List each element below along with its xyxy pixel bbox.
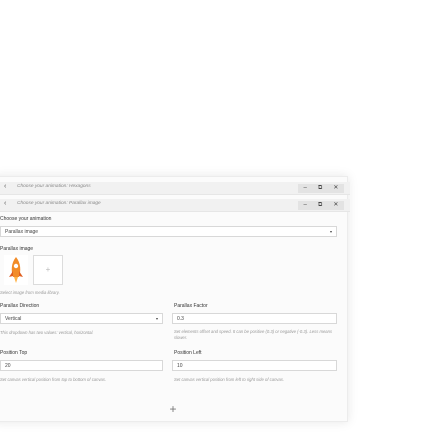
close-icon[interactable]: ✕	[333, 184, 338, 193]
parallax-direction-label: Parallax Direction	[0, 303, 40, 309]
animation-header-hexagons[interactable]: ‹ Choose your animation: Hexagons – ⧉ ✕	[0, 182, 350, 195]
minimize-icon[interactable]: –	[304, 201, 307, 210]
minimize-icon[interactable]: –	[304, 184, 307, 193]
choose-animation-select[interactable]: Parallax image ▾	[0, 226, 337, 237]
add-animation-button[interactable]: +	[0, 399, 346, 419]
parallax-factor-input[interactable]: 0.3	[172, 313, 337, 324]
choose-animation-label: Choose your animation	[0, 216, 52, 222]
position-top-value: 20	[5, 363, 11, 369]
add-image-button[interactable]: +	[33, 255, 63, 285]
restore-icon[interactable]: ⧉	[318, 201, 322, 210]
animation-header-label: Choose your animation: Hexagons	[17, 184, 91, 189]
animation-settings-panel	[0, 176, 348, 422]
parallax-direction-select[interactable]: Vertical ▾	[0, 313, 163, 324]
position-top-input[interactable]: 20	[0, 360, 163, 371]
window-controls: – ⧉ ✕	[298, 201, 344, 210]
close-icon[interactable]: ✕	[333, 201, 338, 210]
choose-animation-value: Parallax image	[5, 229, 39, 235]
parallax-image-label: Parallax image	[0, 246, 34, 252]
position-left-label: Position Left	[174, 350, 202, 356]
plus-icon: +	[169, 402, 177, 416]
window-controls: – ⧉ ✕	[298, 184, 344, 193]
animation-header-parallax[interactable]: ‹ Choose your animation: Parallax image …	[0, 199, 350, 212]
parallax-direction-value: Vertical	[5, 316, 22, 322]
parallax-image-hint: Select image from media library.	[0, 290, 60, 295]
chevron-left-icon[interactable]: ‹	[4, 200, 6, 207]
restore-icon[interactable]: ⧉	[318, 184, 322, 193]
caret-down-icon: ▾	[329, 229, 332, 234]
caret-down-icon: ▾	[155, 316, 158, 321]
position-left-hint: Set canvas vertical position from left t…	[174, 377, 285, 382]
position-top-hint: Set canvas vertical position from top to…	[0, 377, 107, 382]
position-left-value: 10	[177, 363, 183, 369]
plus-icon: +	[45, 265, 51, 274]
parallax-factor-hint: Set elements offset and speed. It can be…	[174, 329, 333, 340]
parallax-factor-label: Parallax Factor	[174, 303, 208, 309]
parallax-factor-value: 0.3	[177, 316, 184, 322]
chevron-left-icon[interactable]: ‹	[4, 183, 6, 190]
animation-header-label: Choose your animation: Parallax image	[17, 201, 101, 206]
rocket-image[interactable]	[4, 255, 28, 285]
position-left-input[interactable]: 10	[172, 360, 337, 371]
position-top-label: Position Top	[0, 350, 28, 356]
parallax-direction-hint: This dropdown has two values: vertical, …	[0, 330, 94, 335]
